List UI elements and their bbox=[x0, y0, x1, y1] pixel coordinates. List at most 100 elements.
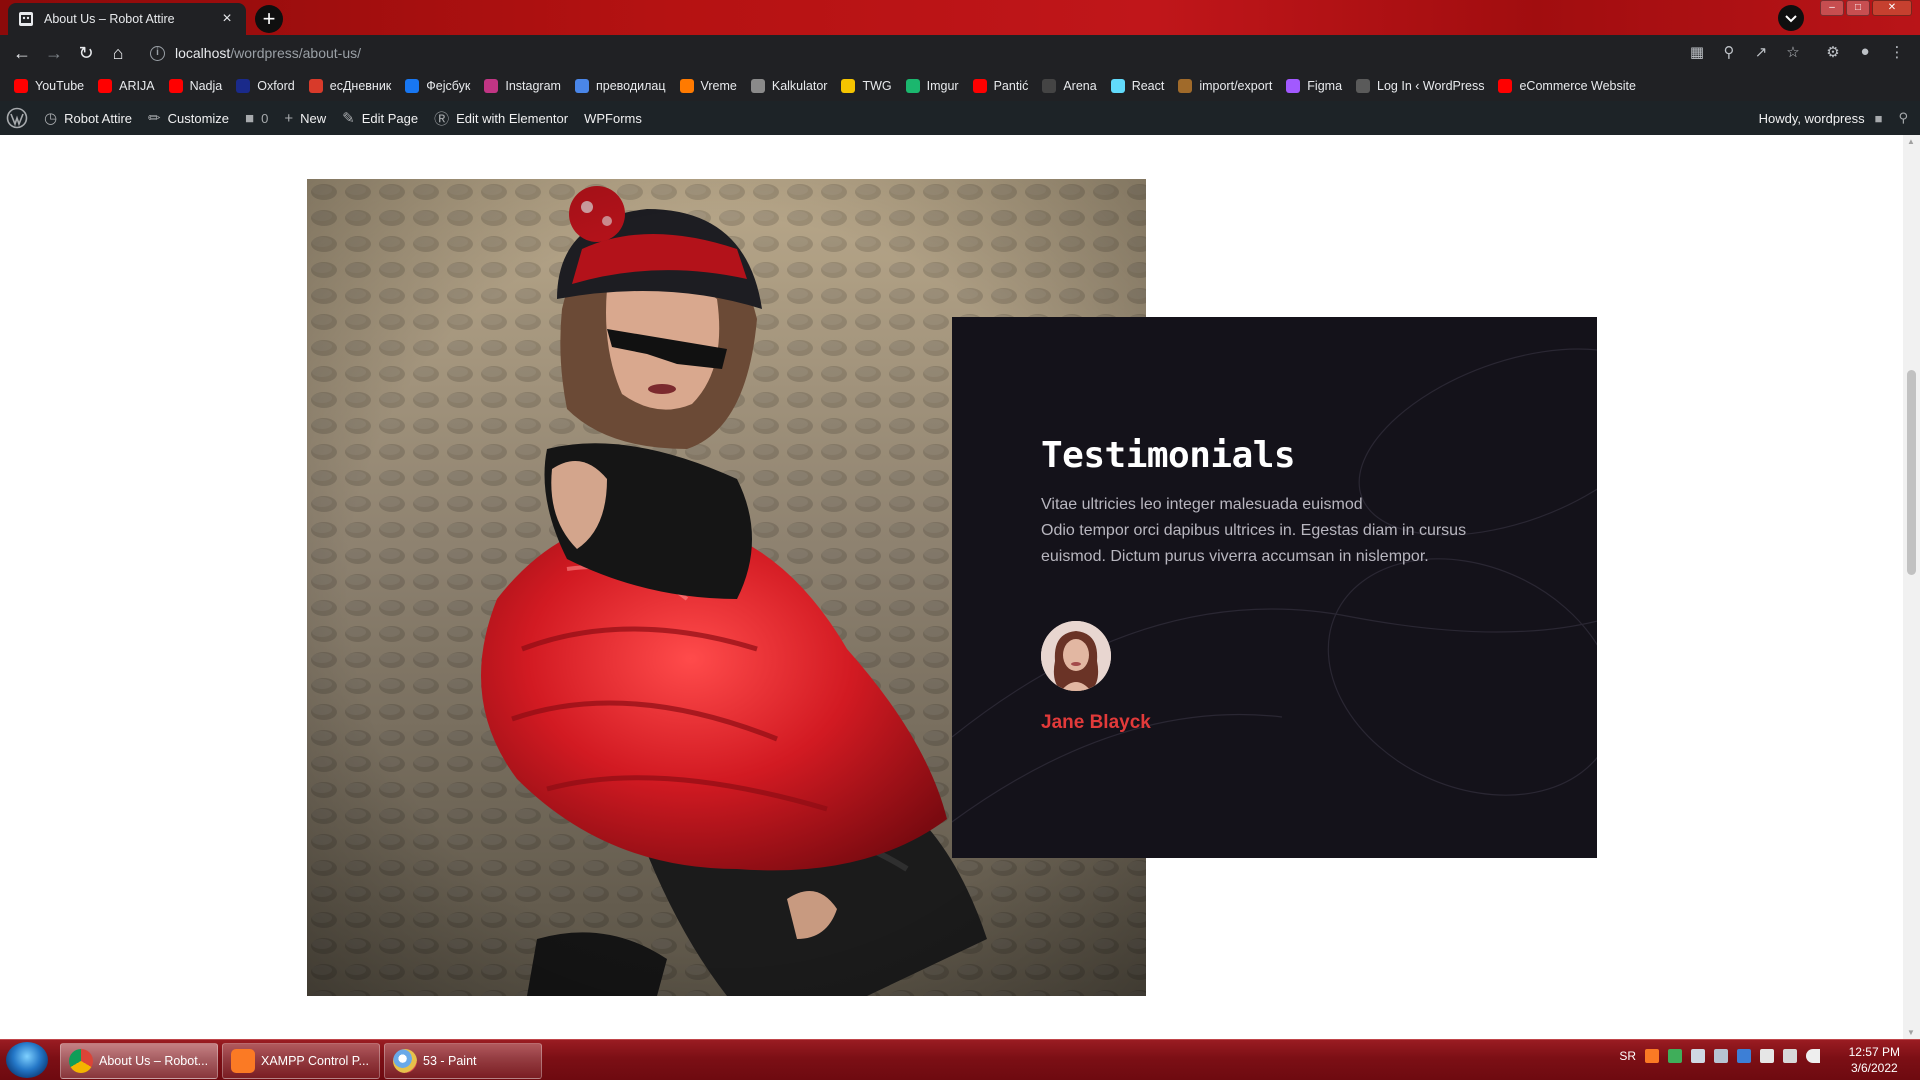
maximize-button[interactable]: □ bbox=[1846, 0, 1870, 16]
chrome-icon bbox=[69, 1049, 93, 1073]
tab-close-icon[interactable]: × bbox=[218, 10, 236, 28]
forward-arrow-icon[interactable]: → bbox=[38, 37, 70, 69]
wpforms-label: WPForms bbox=[584, 110, 642, 126]
bookmark-star-icon[interactable]: ☆ bbox=[1784, 43, 1802, 61]
wp-logo-menu[interactable] bbox=[6, 107, 28, 129]
testimonial-card: Testimonials Vitae ultricies leo integer… bbox=[952, 317, 1597, 858]
bookmark-label: Log In ‹ WordPress bbox=[1377, 79, 1485, 93]
brush-icon: ✏ bbox=[148, 110, 161, 127]
bookmark-item[interactable]: Nadja bbox=[168, 79, 222, 93]
usb-tray-icon[interactable] bbox=[1714, 1049, 1728, 1063]
bookmark-label: Vreme bbox=[700, 79, 737, 93]
bookmark-item[interactable]: React bbox=[1110, 79, 1165, 93]
browser-tab-active[interactable]: About Us – Robot Attire × bbox=[8, 3, 246, 35]
translate-icon[interactable]: ▦ bbox=[1688, 43, 1706, 61]
site-name: Robot Attire bbox=[64, 110, 133, 126]
author-name: Jane Blayck bbox=[1041, 712, 1151, 733]
new-content-menu[interactable]: + New bbox=[284, 110, 326, 127]
bookmark-favicon-icon bbox=[679, 79, 694, 93]
bookmark-item[interactable]: Kalkulator bbox=[750, 79, 827, 93]
author-avatar bbox=[1041, 621, 1111, 691]
search-icon[interactable]: ⚲ bbox=[1898, 110, 1908, 126]
toolbar-icons: ▦ ⚲ ↗ ☆ ⚙ ● ⋮ bbox=[1688, 43, 1906, 61]
profile-icon[interactable]: ● bbox=[1856, 43, 1874, 61]
bookmark-label: есДневник bbox=[329, 79, 392, 93]
bookmark-label: React bbox=[1131, 79, 1165, 93]
system-tray: SR bbox=[1619, 1049, 1820, 1063]
close-window-button[interactable]: ✕ bbox=[1872, 0, 1912, 16]
wpforms-link[interactable]: WPForms bbox=[584, 111, 642, 126]
decorative-lines bbox=[952, 348, 1597, 823]
bookmark-item[interactable]: есДневник bbox=[308, 79, 392, 93]
site-info-icon[interactable]: i bbox=[150, 45, 165, 61]
scroll-down-arrow-icon[interactable]: ▼ bbox=[1907, 1028, 1915, 1037]
edit-page-link[interactable]: ✎ Edit Page bbox=[342, 109, 418, 127]
bookmark-item[interactable]: Pantić bbox=[972, 79, 1028, 93]
bookmark-favicon-icon bbox=[1356, 79, 1371, 93]
taskbar-item-xampp[interactable]: XAMPP Control P... bbox=[222, 1043, 380, 1079]
share-icon[interactable]: ↗ bbox=[1752, 43, 1770, 61]
tab-search-button[interactable] bbox=[1778, 5, 1804, 31]
bookmark-item[interactable]: Oxford bbox=[236, 79, 295, 93]
url-path: /wordpress/about-us/ bbox=[230, 45, 361, 61]
minimize-button[interactable]: – bbox=[1820, 0, 1844, 16]
bookmark-item[interactable]: YouTube bbox=[14, 79, 84, 93]
bookmark-item[interactable]: TWG bbox=[841, 79, 892, 93]
user-avatar-icon[interactable]: ■ bbox=[1875, 111, 1883, 126]
bookmark-item[interactable]: Arena bbox=[1042, 79, 1097, 93]
bookmark-item[interactable]: преводилац bbox=[574, 79, 666, 93]
start-button[interactable] bbox=[6, 1042, 48, 1078]
bookmark-label: Imgur bbox=[926, 79, 959, 93]
dashboard-icon: ◷ bbox=[44, 110, 58, 127]
bookmark-label: YouTube bbox=[35, 79, 85, 93]
bookmark-favicon-icon bbox=[841, 79, 856, 93]
howdy-user[interactable]: Howdy, wordpress bbox=[1759, 111, 1865, 126]
bookmark-item[interactable]: Фејсбук bbox=[405, 79, 470, 93]
taskbar-label-paint: 53 - Paint bbox=[423, 1054, 477, 1068]
page-scrollbar[interactable]: ▲ ▼ bbox=[1903, 135, 1920, 1039]
site-name-menu[interactable]: ◷ Robot Attire bbox=[44, 109, 132, 127]
chevron-down-icon bbox=[1785, 15, 1797, 23]
bookmark-favicon-icon bbox=[905, 79, 920, 93]
edit-elementor-label: Edit with Elementor bbox=[456, 110, 569, 126]
bookmark-item[interactable]: ARIJA bbox=[98, 79, 155, 93]
monitor-tray-icon[interactable] bbox=[1783, 1049, 1797, 1063]
network-tray-icon[interactable] bbox=[1691, 1049, 1705, 1063]
scroll-up-arrow-icon[interactable]: ▲ bbox=[1907, 137, 1915, 146]
comments-link[interactable]: ■ 0 bbox=[245, 110, 268, 127]
xampp-tray-icon[interactable] bbox=[1645, 1049, 1659, 1063]
bookmark-favicon-icon bbox=[1042, 79, 1057, 93]
bookmark-item[interactable]: eCommerce Website bbox=[1498, 79, 1636, 93]
zoom-icon[interactable]: ⚲ bbox=[1720, 43, 1738, 61]
pencil-icon: ✎ bbox=[342, 110, 355, 127]
bookmark-item[interactable]: Imgur bbox=[905, 79, 959, 93]
bookmark-item[interactable]: Figma bbox=[1286, 79, 1342, 93]
bookmark-item[interactable]: import/export bbox=[1178, 79, 1272, 93]
plus-icon: + bbox=[284, 109, 294, 127]
taskbar-item-chrome[interactable]: About Us – Robot... bbox=[60, 1043, 218, 1079]
home-icon[interactable]: ⌂ bbox=[102, 37, 134, 69]
bookmark-label: Фејсбук bbox=[426, 79, 471, 93]
customize-link[interactable]: ✏ Customize bbox=[148, 109, 229, 127]
reload-icon[interactable]: ↻ bbox=[70, 37, 102, 69]
scrollbar-thumb[interactable] bbox=[1907, 370, 1916, 575]
menu-kebab-icon[interactable]: ⋮ bbox=[1888, 43, 1906, 61]
bookmark-item[interactable]: Vreme bbox=[679, 79, 737, 93]
volume-icon[interactable] bbox=[1806, 1049, 1820, 1063]
security-shield-icon[interactable] bbox=[1668, 1049, 1682, 1063]
taskbar-clock[interactable]: 12:57 PM 3/6/2022 bbox=[1849, 1044, 1900, 1076]
app-tray-icon[interactable] bbox=[1737, 1049, 1751, 1063]
bookmark-favicon-icon bbox=[98, 79, 113, 93]
taskbar-label-xampp: XAMPP Control P... bbox=[261, 1054, 369, 1068]
browser-tab-strip: About Us – Robot Attire × + – □ ✕ bbox=[0, 0, 1920, 35]
new-tab-button[interactable]: + bbox=[255, 5, 283, 33]
address-bar[interactable]: i localhost/wordpress/about-us/ bbox=[140, 39, 1780, 67]
taskbar-item-paint[interactable]: 53 - Paint bbox=[384, 1043, 542, 1079]
language-indicator[interactable]: SR bbox=[1619, 1049, 1636, 1063]
edit-elementor-link[interactable]: Ⓡ Edit with Elementor bbox=[434, 108, 568, 129]
action-center-flag-icon[interactable] bbox=[1760, 1049, 1774, 1063]
bookmark-item[interactable]: Instagram bbox=[484, 79, 561, 93]
bookmark-item[interactable]: Log In ‹ WordPress bbox=[1356, 79, 1484, 93]
extensions-icon[interactable]: ⚙ bbox=[1824, 43, 1842, 61]
back-arrow-icon[interactable]: ← bbox=[6, 37, 38, 69]
